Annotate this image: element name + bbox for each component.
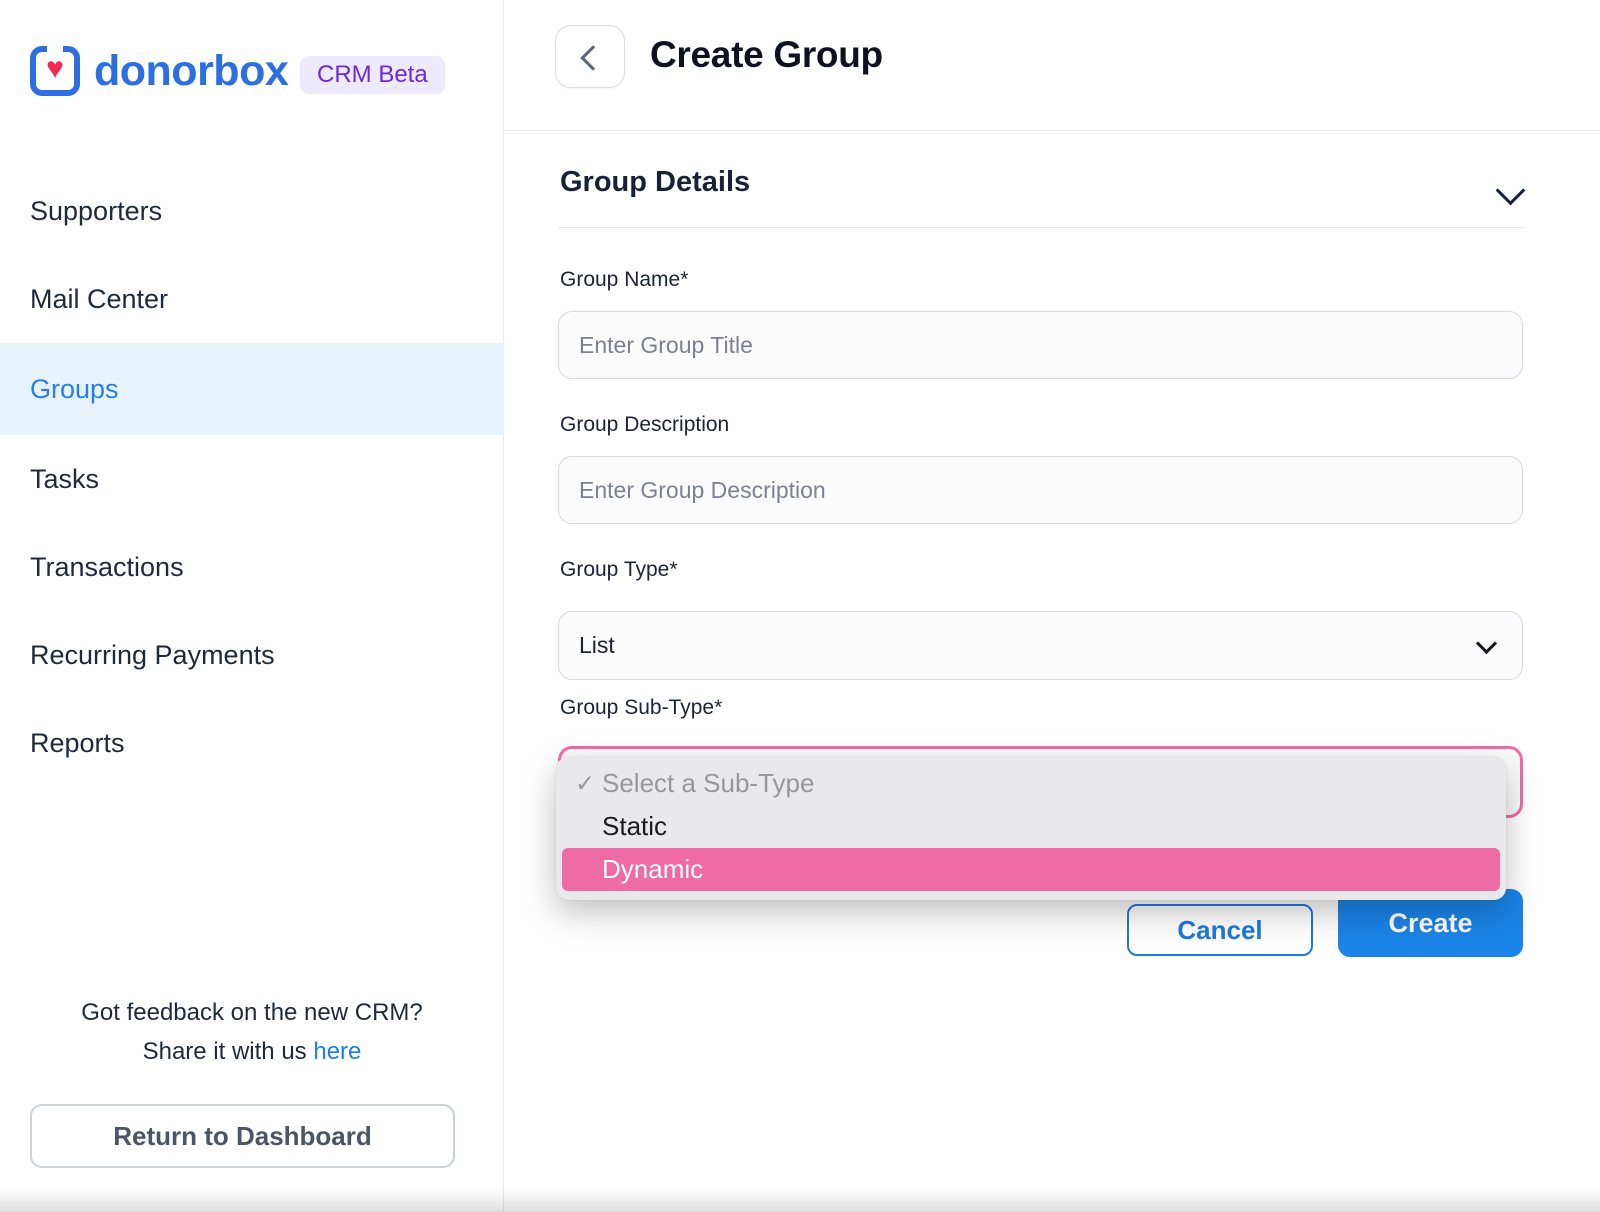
sidebar-item-groups[interactable]: Groups — [0, 343, 504, 435]
sidebar-item-supporters[interactable]: Supporters — [0, 167, 504, 255]
sidebar-item-tasks[interactable]: Tasks — [0, 435, 504, 523]
check-icon: ✓ — [575, 769, 595, 798]
dropdown-option-select-a-sub-type[interactable]: ✓ Select a Sub-Type — [556, 762, 1506, 805]
brand[interactable]: ♥ donorbox — [30, 46, 288, 96]
feedback-here-link[interactable]: here — [313, 1038, 361, 1065]
group-sub-type-label: Group Sub-Type* — [560, 696, 722, 720]
sidebar-item-recurring-payments[interactable]: Recurring Payments — [0, 611, 504, 699]
brand-logo-text: donorbox — [94, 47, 288, 96]
feedback-note: Got feedback on the new CRM? Share it wi… — [0, 993, 504, 1071]
feedback-line1: Got feedback on the new CRM? — [0, 993, 504, 1032]
chevron-down-icon — [1476, 633, 1497, 654]
section-collapse-chevron-down-icon[interactable] — [1496, 176, 1526, 206]
back-button[interactable] — [555, 25, 625, 88]
group-type-select[interactable]: List — [558, 611, 1523, 680]
group-type-label: Group Type* — [560, 558, 678, 582]
feedback-line2: Share it with us here — [0, 1032, 504, 1071]
crm-beta-badge: CRM Beta — [300, 56, 445, 94]
sidebar: ♥ donorbox CRM Beta Supporters Mail Cent… — [0, 0, 504, 1212]
dropdown-option-dynamic[interactable]: Dynamic — [562, 848, 1500, 891]
page-title: Create Group — [650, 34, 883, 76]
dropdown-option-static[interactable]: Static — [556, 805, 1506, 848]
cancel-button[interactable]: Cancel — [1127, 904, 1313, 956]
group-name-label: Group Name* — [560, 268, 688, 292]
heart-icon: ♥ — [46, 54, 64, 84]
app-window: ♥ donorbox CRM Beta Supporters Mail Cent… — [0, 0, 1600, 1212]
donorbox-logo-icon: ♥ — [30, 46, 80, 96]
sub-type-dropdown-menu: ✓ Select a Sub-Type Static Dynamic — [556, 757, 1506, 900]
group-description-label: Group Description — [560, 413, 729, 437]
group-details-section-title: Group Details — [560, 166, 750, 199]
main-content: Create Group Group Details Group Name* G… — [504, 0, 1600, 1212]
group-description-input[interactable] — [558, 456, 1523, 524]
header-divider — [504, 130, 1600, 131]
section-divider — [558, 227, 1523, 228]
return-to-dashboard-button[interactable]: Return to Dashboard — [30, 1104, 455, 1168]
chevron-left-icon — [580, 45, 605, 70]
sidebar-nav: Supporters Mail Center Groups Tasks Tran… — [0, 167, 504, 787]
sidebar-item-transactions[interactable]: Transactions — [0, 523, 504, 611]
group-type-selected-value: List — [579, 632, 615, 659]
sidebar-item-reports[interactable]: Reports — [0, 699, 504, 787]
sidebar-item-mail-center[interactable]: Mail Center — [0, 255, 504, 343]
group-name-input[interactable] — [558, 311, 1523, 379]
